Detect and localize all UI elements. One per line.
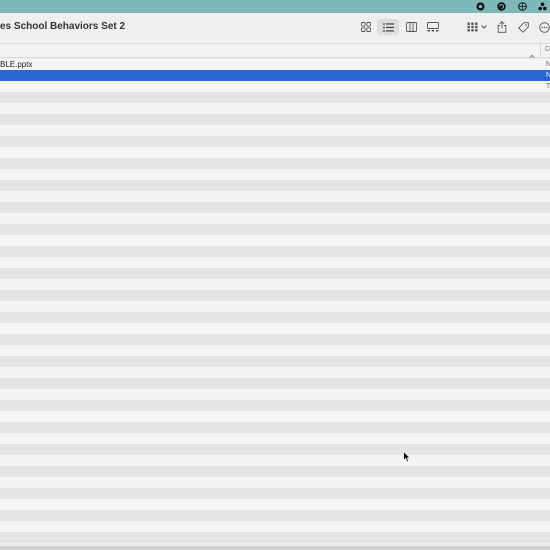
empty-row	[0, 334, 550, 345]
list-icon	[382, 22, 394, 32]
empty-row	[0, 510, 550, 521]
empty-row	[0, 290, 550, 301]
empty-row	[0, 147, 550, 158]
empty-row	[0, 213, 550, 224]
empty-row	[0, 180, 550, 191]
empty-row	[0, 499, 550, 510]
group-button[interactable]	[465, 19, 489, 35]
empty-row	[0, 301, 550, 312]
empty-row	[0, 521, 550, 532]
empty-row	[0, 466, 550, 477]
empty-row	[0, 92, 550, 103]
apps-icon[interactable]	[538, 2, 547, 11]
menu-bar	[0, 0, 550, 13]
window-title: es School Behaviors Set 2	[0, 21, 126, 32]
column-view-button[interactable]	[403, 19, 419, 35]
share-icon	[497, 21, 507, 33]
empty-row	[0, 433, 550, 444]
finder-toolbar: es School Behaviors Set 2	[0, 13, 550, 43]
tag-button[interactable]	[516, 19, 530, 35]
chat-icon[interactable]	[497, 2, 506, 11]
record-icon[interactable]	[476, 2, 485, 11]
empty-row	[0, 103, 550, 114]
empty-row	[0, 224, 550, 235]
empty-row	[0, 345, 550, 356]
file-name: BLE.pptx	[0, 60, 33, 69]
column-divider[interactable]	[540, 44, 541, 57]
empty-row	[0, 235, 550, 246]
mouse-pointer-icon	[403, 450, 412, 468]
window-bottom-edge	[0, 546, 550, 550]
empty-row	[0, 125, 550, 136]
date-column-header[interactable]: D	[545, 46, 550, 53]
empty-row	[0, 158, 550, 169]
tag-icon	[517, 21, 529, 33]
file-row-selected[interactable]: N	[0, 70, 550, 81]
empty-row	[0, 488, 550, 499]
empty-row	[0, 114, 550, 125]
empty-row	[0, 268, 550, 279]
empty-row	[0, 367, 550, 378]
file-row[interactable]: BLE.pptx N	[0, 59, 550, 70]
empty-row	[0, 169, 550, 180]
file-list: BLE.pptx N N T	[0, 59, 550, 546]
empty-row	[0, 455, 550, 466]
empty-row	[0, 279, 550, 290]
empty-row	[0, 411, 550, 422]
file-date: T	[546, 83, 550, 90]
empty-row	[0, 246, 550, 257]
file-date: N	[546, 72, 550, 79]
gallery-icon	[427, 22, 439, 32]
empty-row	[0, 312, 550, 323]
empty-row	[0, 389, 550, 400]
empty-row	[0, 477, 550, 488]
empty-row	[0, 257, 550, 268]
share-button[interactable]	[495, 19, 509, 35]
empty-row	[0, 422, 550, 433]
empty-row	[0, 323, 550, 334]
empty-row	[0, 400, 550, 411]
grid-icon	[361, 22, 371, 32]
file-date: N	[546, 61, 550, 68]
globe-icon[interactable]	[518, 2, 527, 11]
empty-row	[0, 136, 550, 147]
icon-view-button[interactable]	[358, 19, 374, 35]
file-row[interactable]: T	[0, 81, 550, 92]
empty-row	[0, 356, 550, 367]
column-header: D	[0, 43, 550, 59]
more-button[interactable]	[538, 19, 550, 35]
columns-icon	[405, 22, 417, 32]
more-icon	[538, 21, 550, 33]
empty-row	[0, 378, 550, 389]
empty-row	[0, 444, 550, 455]
list-view-button[interactable]	[377, 19, 399, 35]
empty-row	[0, 532, 550, 543]
group-icon	[467, 22, 478, 32]
empty-row	[0, 202, 550, 213]
gallery-view-button[interactable]	[425, 19, 441, 35]
chevron-down-icon	[481, 25, 487, 29]
empty-row	[0, 191, 550, 202]
